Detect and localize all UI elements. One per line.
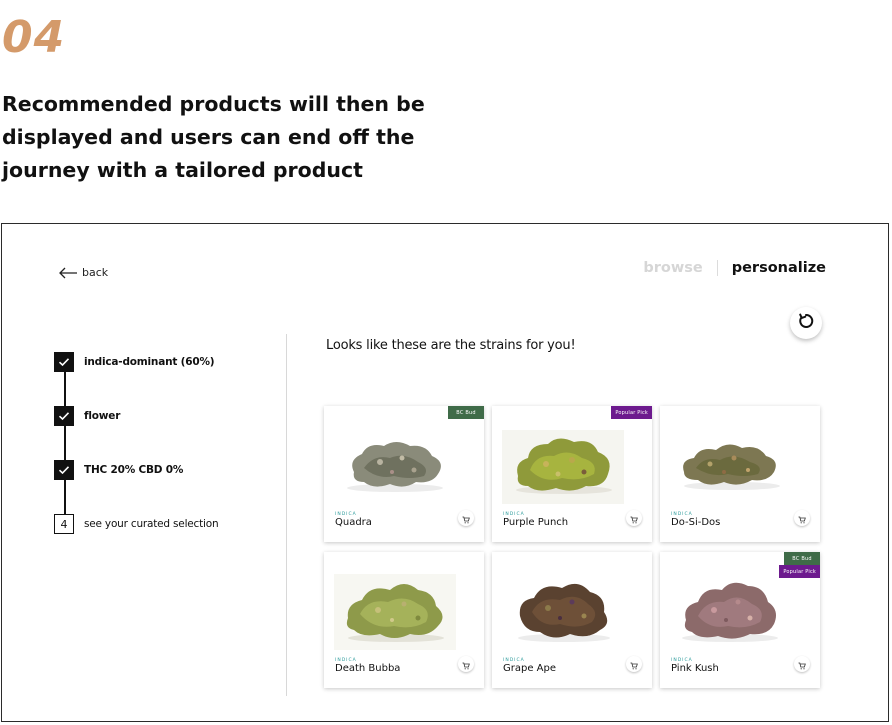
back-label: back	[82, 266, 109, 279]
checkmark-icon	[54, 460, 74, 480]
popular-pick-badge: Popular Pick	[779, 565, 820, 578]
product-card[interactable]: INDICA Grape Ape	[492, 552, 652, 688]
bc-bud-badge: BC Bud	[784, 552, 820, 565]
product-name: Grape Ape	[503, 663, 557, 674]
app-frame: back browse personalize indica-dominant …	[1, 223, 889, 722]
product-card[interactable]: INDICA Death Bubba	[324, 552, 484, 688]
quiz-step-label: see your curated selection	[84, 518, 219, 530]
step-number-box: 4	[54, 514, 74, 534]
checkmark-icon	[54, 406, 74, 426]
quiz-progress: indica-dominant (60%) flower THC 20% CBD…	[54, 352, 274, 542]
product-image	[518, 583, 610, 642]
quiz-step-type[interactable]: indica-dominant (60%)	[54, 352, 215, 372]
add-to-cart-button[interactable]	[794, 510, 810, 526]
product-name: Pink Kush	[671, 663, 719, 674]
tab-divider	[716, 260, 718, 276]
refresh-icon	[797, 312, 815, 334]
product-image	[682, 582, 778, 642]
step-number: 04	[2, 12, 66, 63]
add-to-cart-button[interactable]	[626, 656, 642, 672]
product-card[interactable]: BC Bud Popular Pick INDICA Pink Kush	[660, 552, 820, 688]
quiz-step-label: indica-dominant (60%)	[84, 356, 215, 368]
quiz-step-selection[interactable]: 4 see your curated selection	[54, 514, 219, 534]
cart-icon	[462, 509, 470, 528]
add-to-cart-button[interactable]	[794, 656, 810, 672]
cart-icon	[798, 509, 806, 528]
product-card[interactable]: INDICA Do-Si-Dos	[660, 406, 820, 542]
add-to-cart-button[interactable]	[458, 510, 474, 526]
product-card[interactable]: BC Bud INDICA Quadra	[324, 406, 484, 542]
checkmark-icon	[54, 352, 74, 372]
results-prompt: Looks like these are the strains for you…	[326, 338, 576, 353]
tab-browse[interactable]: browse	[643, 260, 702, 276]
quiz-step-format[interactable]: flower	[54, 406, 120, 426]
bc-bud-badge: BC Bud	[448, 406, 484, 419]
product-image	[683, 444, 780, 490]
tab-personalize[interactable]: personalize	[732, 260, 826, 276]
product-name: Death Bubba	[335, 663, 401, 674]
cart-icon	[630, 509, 638, 528]
arrow-left-icon	[58, 267, 78, 279]
popular-pick-badge: Popular Pick	[611, 406, 652, 419]
progress-line	[64, 366, 66, 522]
headline: Recommended products will then be displa…	[2, 92, 425, 182]
product-image	[347, 442, 443, 492]
cart-icon	[630, 655, 638, 674]
product-card[interactable]: Popular Pick INDICA Purple Punch	[492, 406, 652, 542]
quiz-step-label: flower	[84, 410, 121, 422]
product-image	[334, 574, 456, 650]
add-to-cart-button[interactable]	[626, 510, 642, 526]
cart-icon	[462, 655, 470, 674]
cart-icon	[798, 655, 806, 674]
add-to-cart-button[interactable]	[458, 656, 474, 672]
product-name: Do-Si-Dos	[671, 517, 721, 528]
product-name: Purple Punch	[503, 517, 569, 528]
quiz-step-potency[interactable]: THC 20% CBD 0%	[54, 460, 183, 480]
reset-button[interactable]	[790, 307, 822, 339]
product-name: Quadra	[335, 517, 372, 528]
column-divider	[286, 334, 287, 696]
product-image	[502, 430, 624, 504]
back-button[interactable]: back	[58, 266, 108, 279]
mode-tabs: browse personalize	[643, 260, 826, 276]
quiz-step-label: THC 20% CBD 0%	[84, 464, 184, 476]
